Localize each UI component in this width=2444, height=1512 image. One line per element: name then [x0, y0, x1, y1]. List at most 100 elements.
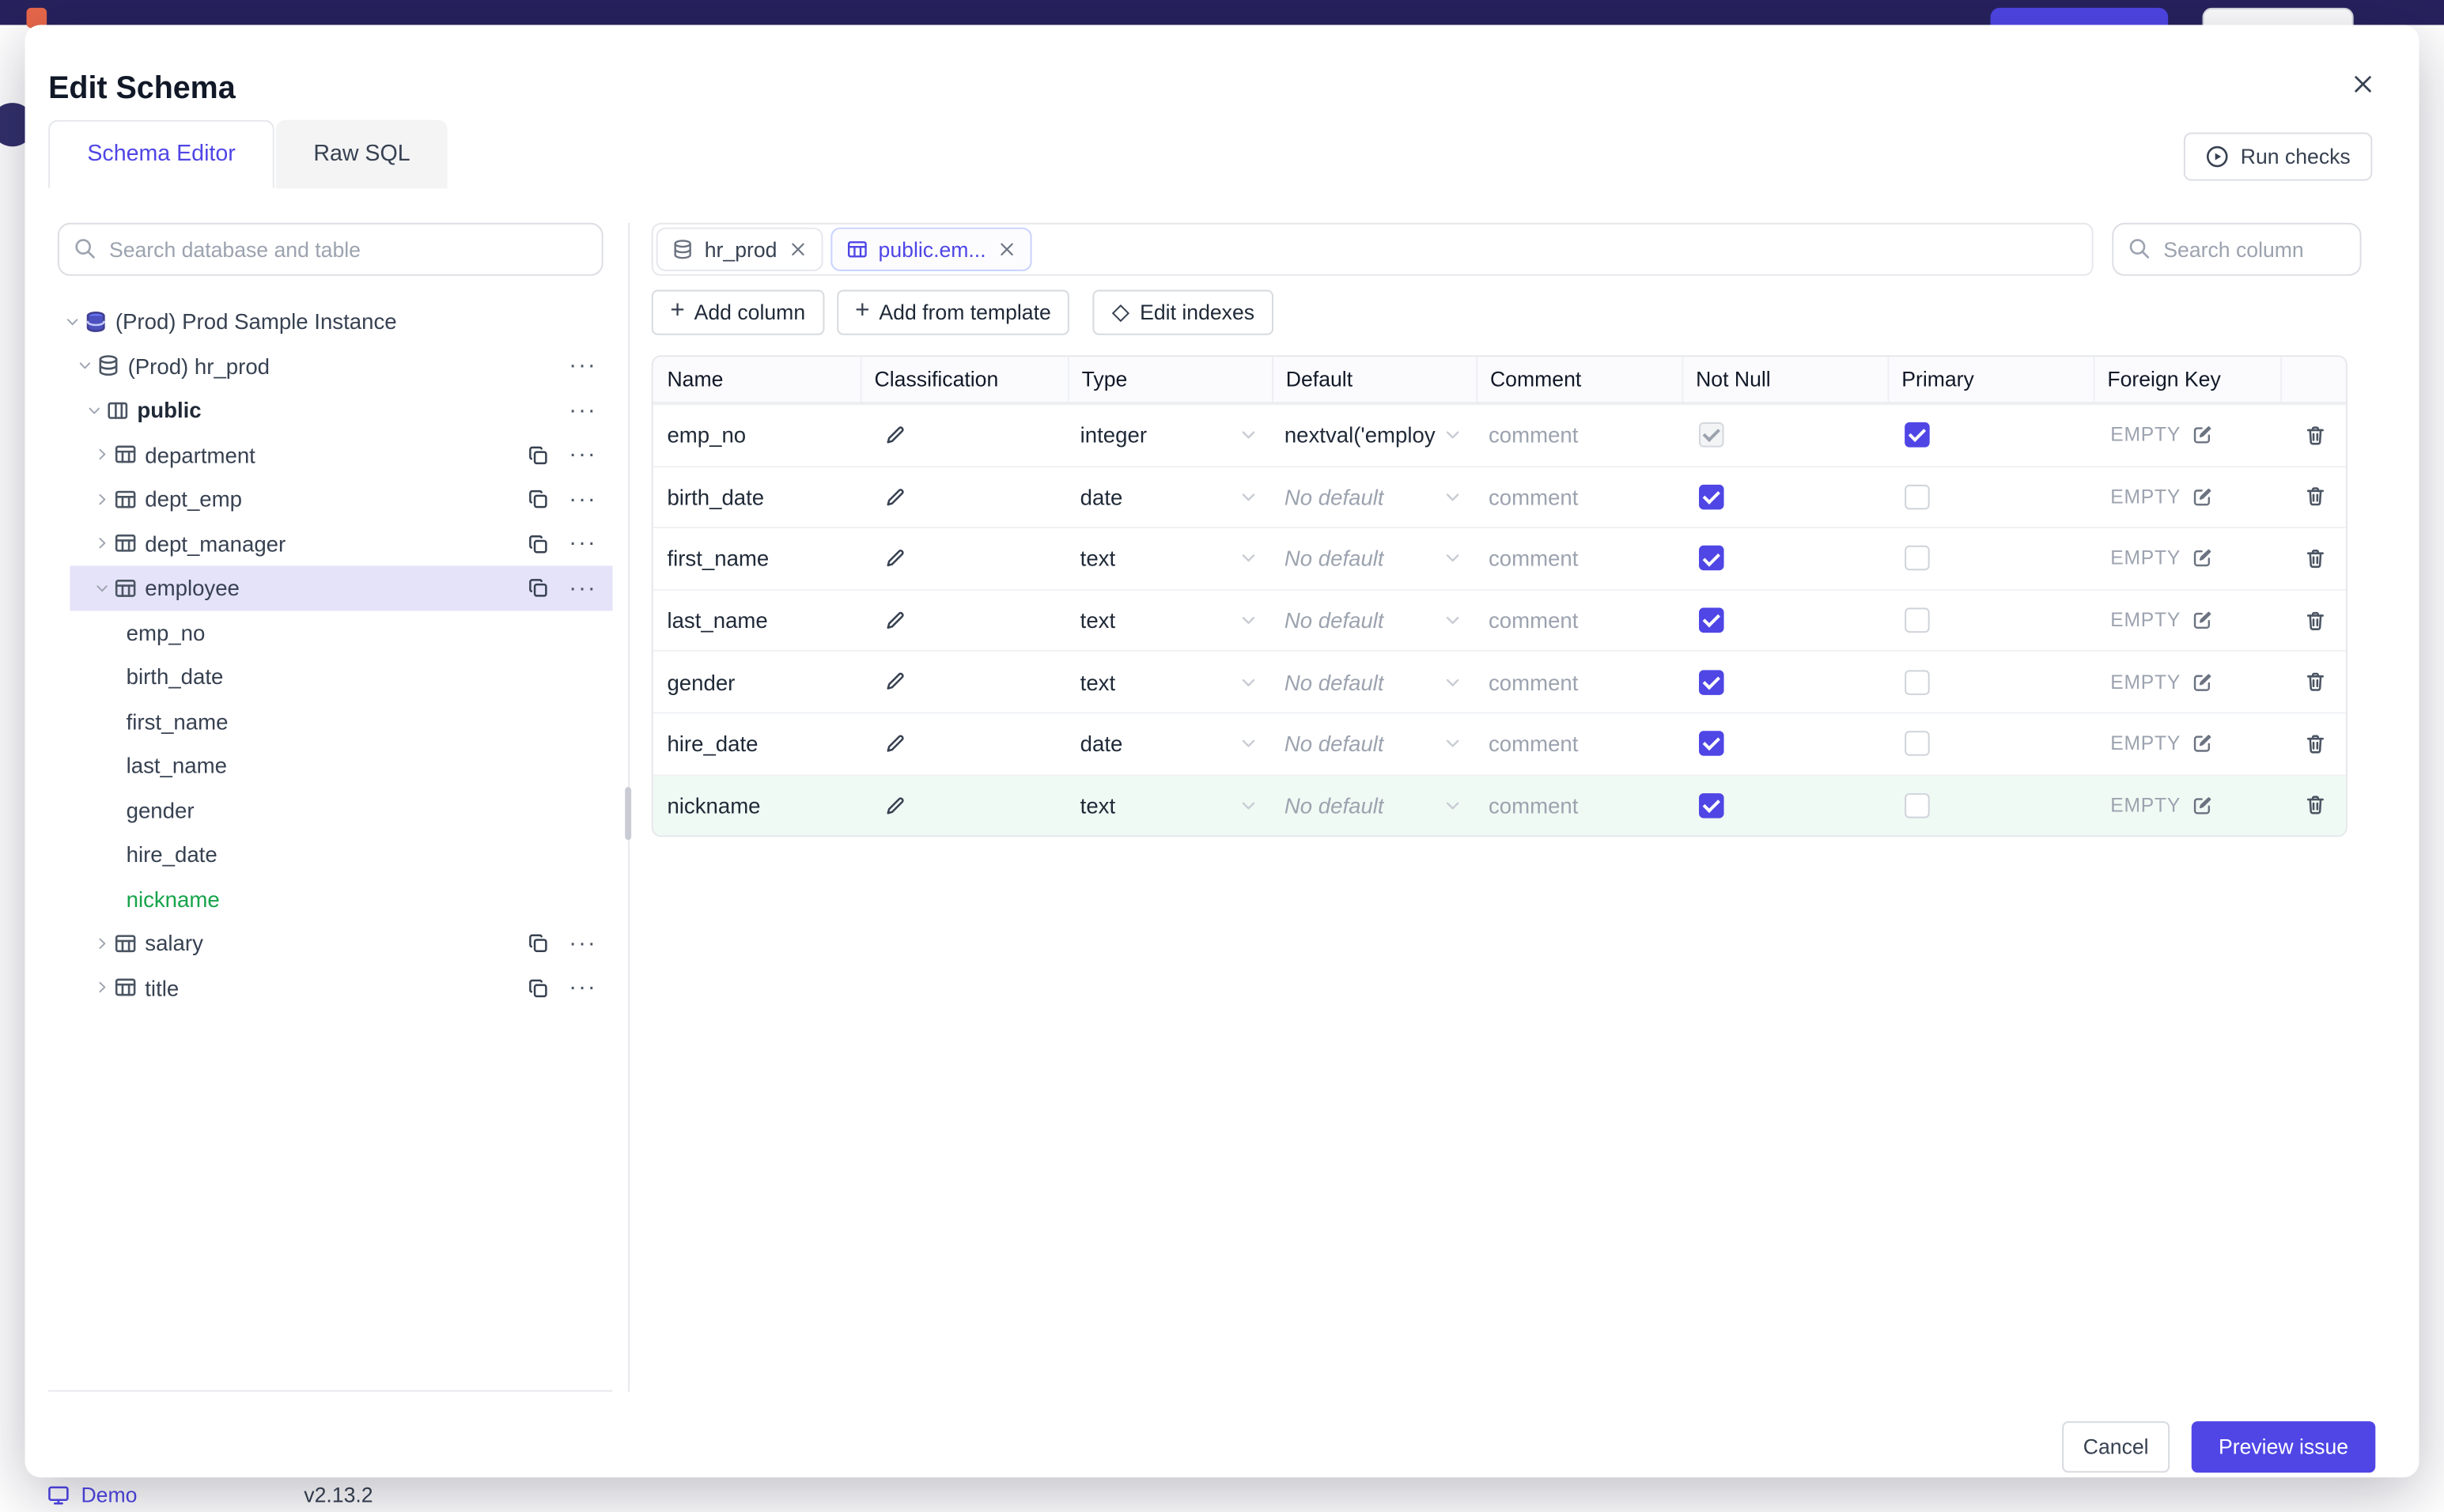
- more-icon[interactable]: ···: [569, 576, 596, 600]
- foreign-key-cell[interactable]: EMPTY: [2094, 405, 2280, 465]
- more-icon[interactable]: ···: [569, 976, 596, 1000]
- tree-item-table-title[interactable]: title ···: [48, 966, 612, 1010]
- type-select[interactable]: date: [1068, 714, 1272, 774]
- copy-icon[interactable]: [526, 576, 549, 599]
- type-select[interactable]: text: [1068, 528, 1272, 588]
- classification-edit-icon[interactable]: [883, 424, 906, 447]
- tab-schema-editor[interactable]: Schema Editor: [48, 119, 275, 189]
- panel-resize-handle[interactable]: [625, 787, 632, 841]
- foreign-key-cell[interactable]: EMPTY: [2094, 652, 2280, 712]
- classification-edit-icon[interactable]: [883, 671, 906, 694]
- foreign-key-cell[interactable]: EMPTY: [2094, 528, 2280, 588]
- comment-input[interactable]: comment: [1476, 652, 1682, 712]
- default-select[interactable]: No default: [1272, 467, 1476, 527]
- tree-item-instance[interactable]: (Prod) Prod Sample Instance: [48, 299, 612, 343]
- tree-item-table-dept-emp[interactable]: dept_emp ···: [48, 477, 612, 521]
- tree-item-column-first-name[interactable]: first_name: [48, 699, 612, 743]
- comment-input[interactable]: comment: [1476, 776, 1682, 836]
- type-select[interactable]: text: [1068, 590, 1272, 650]
- foreign-key-cell[interactable]: EMPTY: [2094, 714, 2280, 774]
- not-null-checkbox[interactable]: [1699, 731, 1724, 757]
- type-select[interactable]: date: [1068, 467, 1272, 527]
- default-select[interactable]: No default: [1272, 776, 1476, 836]
- caret-right-icon[interactable]: [89, 935, 114, 952]
- copy-icon[interactable]: [526, 488, 549, 511]
- default-select[interactable]: nextval('employ: [1272, 405, 1476, 465]
- comment-input[interactable]: comment: [1476, 714, 1682, 774]
- caret-right-icon[interactable]: [89, 535, 114, 552]
- type-select[interactable]: integer: [1068, 405, 1272, 465]
- more-icon[interactable]: ···: [569, 354, 596, 378]
- tree-item-database-hr-prod[interactable]: (Prod) hr_prod ···: [48, 344, 612, 388]
- delete-row-icon[interactable]: [2303, 547, 2327, 571]
- default-select[interactable]: No default: [1272, 714, 1476, 774]
- classification-edit-icon[interactable]: [883, 794, 906, 817]
- caret-right-icon[interactable]: [89, 446, 114, 463]
- not-null-checkbox[interactable]: [1699, 546, 1724, 572]
- tree-item-column-birth-date[interactable]: birth_date: [48, 655, 612, 699]
- tree-item-column-emp-no[interactable]: emp_no: [48, 610, 612, 655]
- preview-issue-button[interactable]: Preview issue: [2191, 1421, 2376, 1473]
- close-tab-icon[interactable]: [788, 240, 807, 259]
- primary-checkbox[interactable]: [1905, 484, 1930, 510]
- primary-checkbox[interactable]: [1905, 792, 1930, 818]
- default-select[interactable]: No default: [1272, 652, 1476, 712]
- not-null-checkbox[interactable]: [1699, 792, 1724, 818]
- tree-item-table-dept-manager[interactable]: dept_manager ···: [48, 521, 612, 565]
- primary-checkbox[interactable]: [1905, 669, 1930, 695]
- delete-row-icon[interactable]: [2303, 609, 2327, 633]
- classification-edit-icon[interactable]: [883, 547, 906, 570]
- primary-checkbox[interactable]: [1905, 607, 1930, 633]
- add-from-template-button[interactable]: + Add from template: [836, 289, 1070, 335]
- type-select[interactable]: text: [1068, 652, 1272, 712]
- default-select[interactable]: No default: [1272, 528, 1476, 588]
- delete-row-icon[interactable]: [2303, 424, 2327, 448]
- type-select[interactable]: text: [1068, 776, 1272, 836]
- caret-right-icon[interactable]: [89, 490, 114, 508]
- not-null-checkbox[interactable]: [1699, 484, 1724, 510]
- delete-row-icon[interactable]: [2303, 486, 2327, 509]
- comment-input[interactable]: comment: [1476, 590, 1682, 650]
- comment-input[interactable]: comment: [1476, 528, 1682, 588]
- more-icon[interactable]: ···: [569, 487, 596, 511]
- classification-edit-icon[interactable]: [883, 609, 906, 632]
- tree-item-column-hire-date[interactable]: hire_date: [48, 832, 612, 876]
- close-icon[interactable]: [2344, 66, 2382, 103]
- delete-row-icon[interactable]: [2303, 732, 2327, 756]
- more-icon[interactable]: ···: [569, 932, 596, 955]
- comment-input[interactable]: comment: [1476, 405, 1682, 465]
- foreign-key-cell[interactable]: EMPTY: [2094, 776, 2280, 836]
- edit-indexes-button[interactable]: Edit indexes: [1093, 289, 1273, 335]
- not-null-checkbox[interactable]: [1699, 669, 1724, 695]
- copy-icon[interactable]: [526, 977, 549, 1000]
- caret-down-icon[interactable]: [59, 313, 85, 331]
- tree-item-schema-public[interactable]: public ···: [48, 388, 612, 433]
- tab-hr-prod[interactable]: hr_prod: [656, 227, 823, 271]
- caret-down-icon[interactable]: [89, 580, 114, 597]
- primary-checkbox[interactable]: [1905, 546, 1930, 572]
- more-icon[interactable]: ···: [569, 531, 596, 555]
- demo-label[interactable]: Demo: [81, 1483, 137, 1506]
- comment-input[interactable]: comment: [1476, 467, 1682, 527]
- more-icon[interactable]: ···: [569, 399, 596, 422]
- tab-raw-sql[interactable]: Raw SQL: [276, 119, 448, 189]
- caret-right-icon[interactable]: [89, 979, 114, 996]
- add-column-button[interactable]: + Add column: [651, 289, 824, 335]
- caret-down-icon[interactable]: [72, 357, 97, 375]
- tree-item-table-employee[interactable]: employee ···: [48, 565, 613, 610]
- delete-row-icon[interactable]: [2303, 671, 2327, 694]
- tab-public-employee[interactable]: public.em...: [830, 227, 1031, 271]
- copy-icon[interactable]: [526, 444, 549, 467]
- copy-icon[interactable]: [526, 932, 549, 954]
- not-null-checkbox[interactable]: [1699, 422, 1724, 448]
- tree-search-input[interactable]: [57, 222, 603, 276]
- close-tab-icon[interactable]: [997, 240, 1016, 259]
- cancel-button[interactable]: Cancel: [2062, 1421, 2170, 1473]
- foreign-key-cell[interactable]: EMPTY: [2094, 467, 2280, 527]
- copy-icon[interactable]: [526, 532, 549, 555]
- tree-item-table-salary[interactable]: salary ···: [48, 921, 612, 966]
- foreign-key-cell[interactable]: EMPTY: [2094, 590, 2280, 650]
- tree-item-table-department[interactable]: department ···: [48, 433, 612, 477]
- not-null-checkbox[interactable]: [1699, 607, 1724, 633]
- primary-checkbox[interactable]: [1905, 422, 1930, 448]
